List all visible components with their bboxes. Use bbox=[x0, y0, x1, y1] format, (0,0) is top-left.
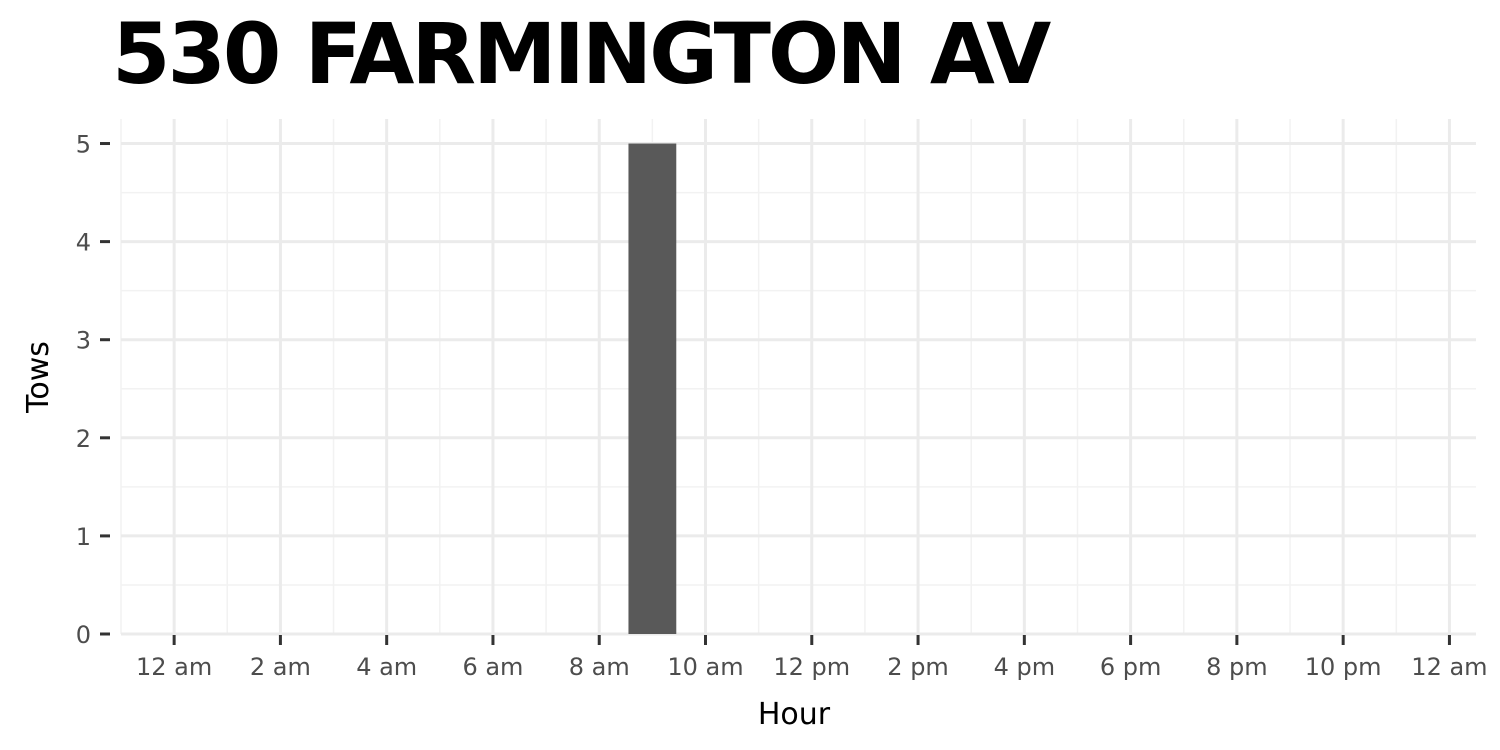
x-tick-label: 8 pm bbox=[1206, 653, 1268, 681]
x-tick-label: 2 am bbox=[250, 653, 311, 681]
grid-layer bbox=[120, 119, 1476, 636]
x-tick-label: 6 pm bbox=[1100, 653, 1162, 681]
x-tick-label: 6 am bbox=[462, 653, 523, 681]
x-tick-label: 12 am bbox=[136, 653, 212, 681]
x-tick-label: 10 am bbox=[667, 653, 743, 681]
y-tick-label: 0 bbox=[76, 621, 91, 649]
y-tick-label: 4 bbox=[76, 229, 91, 257]
y-tick-label: 2 bbox=[76, 425, 91, 453]
bar-hour-9 bbox=[628, 143, 677, 634]
y-tick-label: 3 bbox=[76, 327, 91, 355]
x-tick-label: 12 am bbox=[1411, 653, 1487, 681]
y-tick-label: 1 bbox=[76, 523, 91, 551]
x-tick-label: 8 am bbox=[569, 653, 630, 681]
x-tick-label: 10 pm bbox=[1305, 653, 1382, 681]
x-axis-title: Hour bbox=[758, 697, 831, 732]
x-tick-label: 4 am bbox=[356, 653, 417, 681]
bar-layer bbox=[628, 143, 677, 634]
chart-svg: 0 1 2 3 4 5 12 am 2 am 4 am 6 am 8 am 10 am 12 pm 2 p… bbox=[21, 119, 1488, 732]
y-axis-title: Tows bbox=[21, 341, 56, 414]
x-tick-label: 4 pm bbox=[994, 653, 1056, 681]
tick-layer: 0 1 2 3 4 5 12 am 2 am 4 am 6 am 8 am 10 am 12 pm 2 p… bbox=[76, 131, 1488, 681]
x-tick-label: 2 pm bbox=[887, 653, 949, 681]
y-tick-label: 5 bbox=[76, 131, 91, 159]
x-tick-label: 12 pm bbox=[773, 653, 850, 681]
